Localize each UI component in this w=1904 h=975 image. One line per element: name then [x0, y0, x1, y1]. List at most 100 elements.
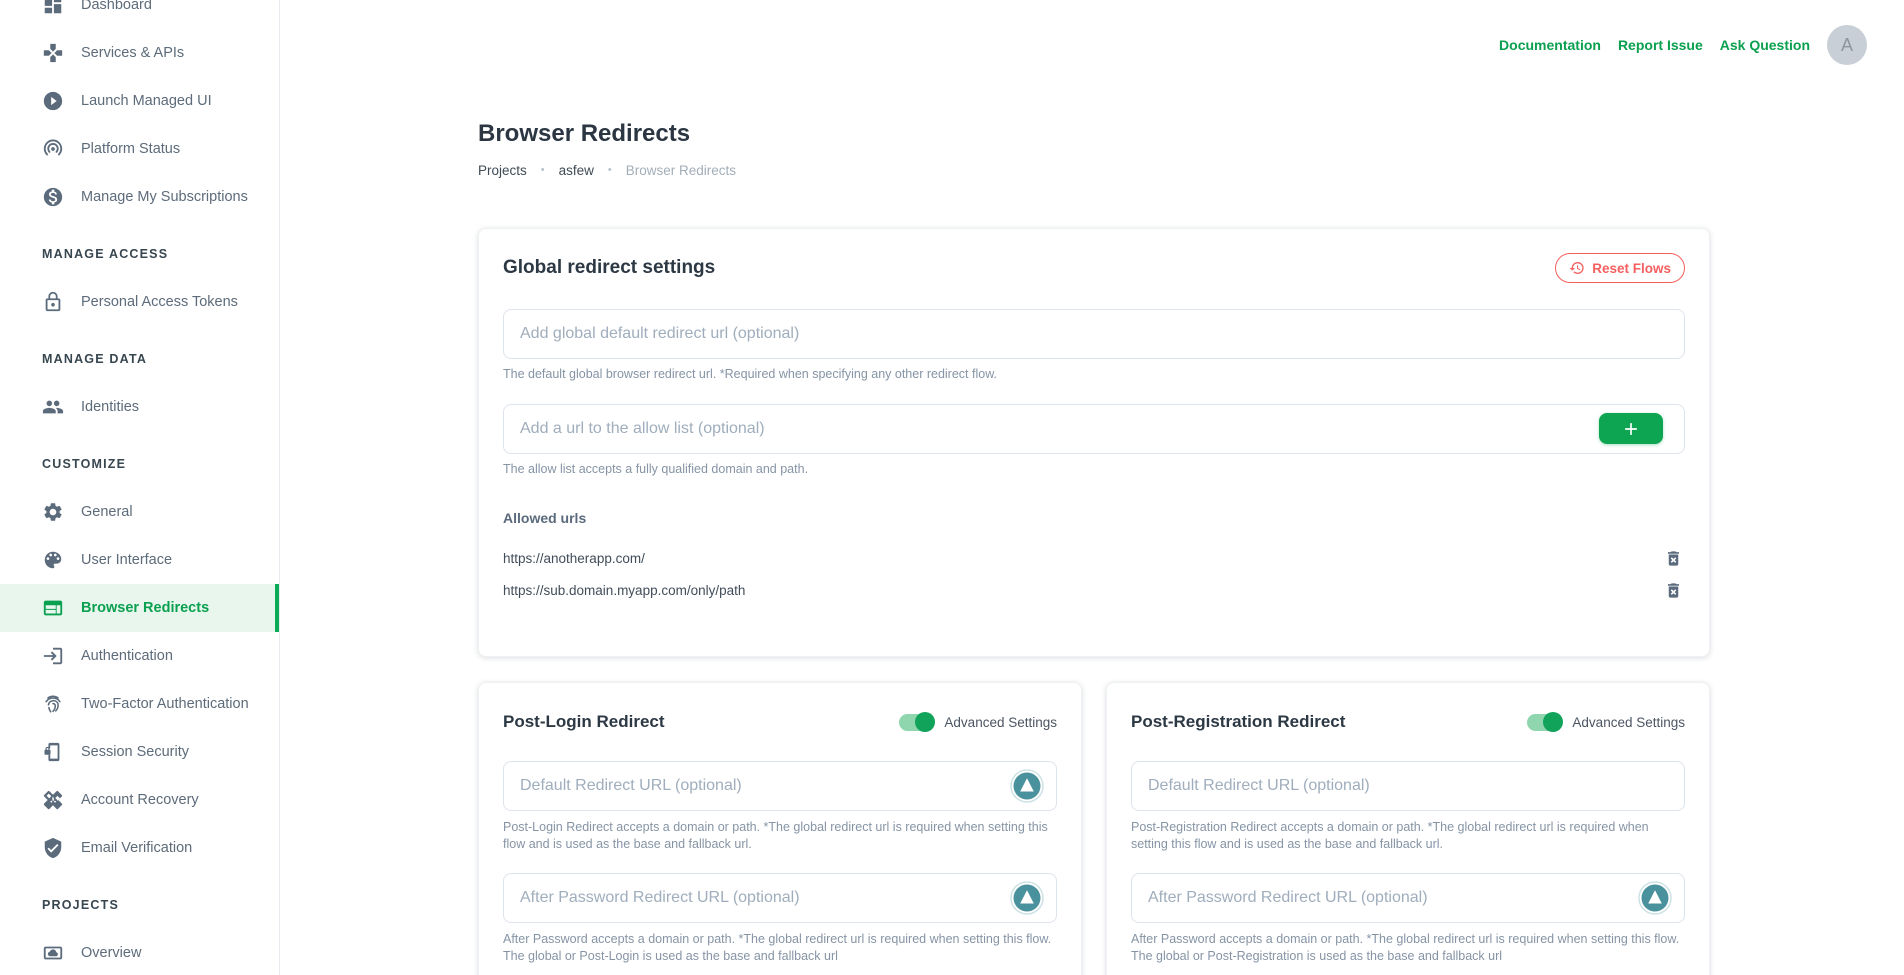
post-registration-redirect-card: Post-Registration Redirect Advanced Sett…	[1106, 682, 1710, 975]
post-login-after-password-helper: After Password accepts a domain or path.…	[503, 931, 1057, 965]
sidebar-item-identities[interactable]: Identities	[0, 383, 279, 431]
post-login-after-password-input[interactable]	[503, 873, 1057, 923]
default-redirect-field-wrap	[503, 309, 1685, 359]
post-registration-after-password-input[interactable]	[1131, 873, 1685, 923]
post-registration-default-redirect-input[interactable]	[1131, 761, 1685, 811]
allow-list-helper: The allow list accepts a fully qualified…	[503, 461, 1685, 478]
documentation-link[interactable]: Documentation	[1499, 37, 1601, 53]
report-issue-link[interactable]: Report Issue	[1618, 37, 1703, 53]
breadcrumb: Projects • asfew • Browser Redirects	[478, 160, 1710, 180]
breadcrumb-separator: •	[608, 164, 612, 176]
sidebar-item-label: Identities	[81, 399, 139, 415]
sidebar-item-session-security[interactable]: Session Security	[0, 728, 279, 776]
global-card-title: Global redirect settings	[503, 257, 715, 279]
post-login-redirect-card: Post-Login Redirect Advanced Settings Po…	[478, 682, 1082, 975]
mountain-logo-icon	[1010, 769, 1044, 803]
sidebar-item-label: Services & APIs	[81, 45, 184, 61]
delete-url-button[interactable]	[1661, 546, 1685, 570]
sidebar-item-general[interactable]: General	[0, 488, 279, 536]
bandage-icon	[42, 789, 64, 811]
post-login-default-redirect-input[interactable]	[503, 761, 1057, 811]
breadcrumb-separator: •	[541, 164, 545, 176]
sidebar-item-launch-managed-ui[interactable]: Launch Managed UI	[0, 77, 279, 125]
dashboard-icon	[42, 0, 64, 16]
allowed-urls-section: Allowed urls https://anotherapp.com/ htt…	[503, 508, 1685, 602]
global-default-redirect-input[interactable]	[503, 309, 1685, 359]
podcasts-icon	[42, 138, 64, 160]
toggle-knob	[915, 712, 935, 732]
sidebar-item-overview[interactable]: Overview	[0, 929, 279, 975]
sidebar-item-manage-subscriptions[interactable]: Manage My Subscriptions	[0, 173, 279, 221]
sidebar-item-label: Session Security	[81, 744, 189, 760]
avatar[interactable]: A	[1827, 25, 1867, 65]
plus-icon	[1621, 419, 1641, 439]
sidebar-item-authentication[interactable]: Authentication	[0, 632, 279, 680]
fingerprint-icon	[42, 693, 64, 715]
sidebar-section-header-manage-data: MANAGE DATA	[0, 335, 279, 383]
reset-flows-button[interactable]: Reset Flows	[1555, 253, 1685, 283]
topbar: Documentation Report Issue Ask Question …	[280, 0, 1904, 90]
dollar-circle-icon	[42, 186, 64, 208]
sidebar-item-label: Authentication	[81, 648, 173, 664]
page-content: Browser Redirects Projects • asfew • Bro…	[280, 117, 1904, 975]
allowed-url-text: https://sub.domain.myapp.com/only/path	[503, 583, 745, 598]
ask-question-link[interactable]: Ask Question	[1720, 37, 1810, 53]
page-title: Browser Redirects	[478, 117, 1710, 150]
sidebar-section-header-projects: PROJECTS	[0, 881, 279, 929]
mountain-logo-icon	[1010, 881, 1044, 915]
sidebar-item-label: Platform Status	[81, 141, 180, 157]
breadcrumb-current: Browser Redirects	[626, 163, 736, 178]
sidebar-item-label: Email Verification	[81, 840, 192, 856]
sidebar-item-label: Launch Managed UI	[81, 93, 212, 109]
post-login-default-field-wrap	[503, 761, 1057, 811]
global-redirect-settings-card: Global redirect settings Reset Flows The…	[478, 228, 1710, 657]
post-login-card-title: Post-Login Redirect	[503, 712, 665, 732]
sidebar-item-browser-redirects[interactable]: Browser Redirects	[0, 584, 279, 632]
people-icon	[42, 396, 64, 418]
sidebar-item-label: General	[81, 504, 133, 520]
gear-icon	[42, 501, 64, 523]
post-login-after-password-field-wrap	[503, 873, 1057, 923]
allow-list-url-input[interactable]	[503, 404, 1685, 454]
delete-url-button[interactable]	[1661, 578, 1685, 602]
sidebar-item-dashboard[interactable]: Dashboard	[0, 0, 279, 29]
sidebar-item-label: Personal Access Tokens	[81, 294, 238, 310]
shield-check-icon	[42, 837, 64, 859]
advanced-settings-toggle[interactable]	[1527, 714, 1561, 731]
add-allow-url-button[interactable]	[1599, 413, 1663, 444]
sidebar-item-email-verification[interactable]: Email Verification	[0, 824, 279, 872]
mountain-logo-icon	[1638, 881, 1672, 915]
post-registration-after-password-helper: After Password accepts a domain or path.…	[1131, 931, 1685, 965]
sidebar-item-user-interface[interactable]: User Interface	[0, 536, 279, 584]
advanced-settings-label: Advanced Settings	[944, 715, 1057, 730]
sidebar-item-label: Two-Factor Authentication	[81, 696, 249, 712]
allowed-url-row: https://sub.domain.myapp.com/only/path	[503, 578, 1685, 602]
reset-flows-label: Reset Flows	[1592, 261, 1671, 276]
main-area: Documentation Report Issue Ask Question …	[280, 0, 1904, 975]
sidebar-section-header-customize: CUSTOMIZE	[0, 440, 279, 488]
sidebar-item-label: Manage My Subscriptions	[81, 189, 248, 205]
sidebar-item-services-apis[interactable]: Services & APIs	[0, 29, 279, 77]
post-login-card-header: Post-Login Redirect Advanced Settings	[503, 707, 1057, 737]
sidebar-item-two-factor[interactable]: Two-Factor Authentication	[0, 680, 279, 728]
advanced-settings-toggle[interactable]	[899, 714, 933, 731]
global-card-header: Global redirect settings Reset Flows	[503, 253, 1685, 283]
post-registration-default-field-wrap	[1131, 761, 1685, 811]
sidebar-item-platform-status[interactable]: Platform Status	[0, 125, 279, 173]
post-registration-default-helper: Post-Registration Redirect accepts a dom…	[1131, 819, 1685, 853]
post-registration-after-password-field-wrap	[1131, 873, 1685, 923]
sidebar-item-personal-access-tokens[interactable]: Personal Access Tokens	[0, 278, 279, 326]
allow-list-field-wrap	[503, 404, 1685, 454]
sidebar-item-label: Browser Redirects	[81, 600, 209, 616]
sidebar-section-header-manage-access: MANAGE ACCESS	[0, 230, 279, 278]
allowed-urls-title: Allowed urls	[503, 508, 1685, 528]
breadcrumb-projects[interactable]: Projects	[478, 163, 527, 178]
post-registration-card-title: Post-Registration Redirect	[1131, 712, 1345, 732]
breadcrumb-project-name[interactable]: asfew	[559, 163, 594, 178]
lock-icon	[42, 291, 64, 313]
play-circle-icon	[42, 90, 64, 112]
sidebar-item-label: Account Recovery	[81, 792, 199, 808]
browser-window-icon	[42, 597, 64, 619]
sidebar-item-label: User Interface	[81, 552, 172, 568]
sidebar-item-account-recovery[interactable]: Account Recovery	[0, 776, 279, 824]
